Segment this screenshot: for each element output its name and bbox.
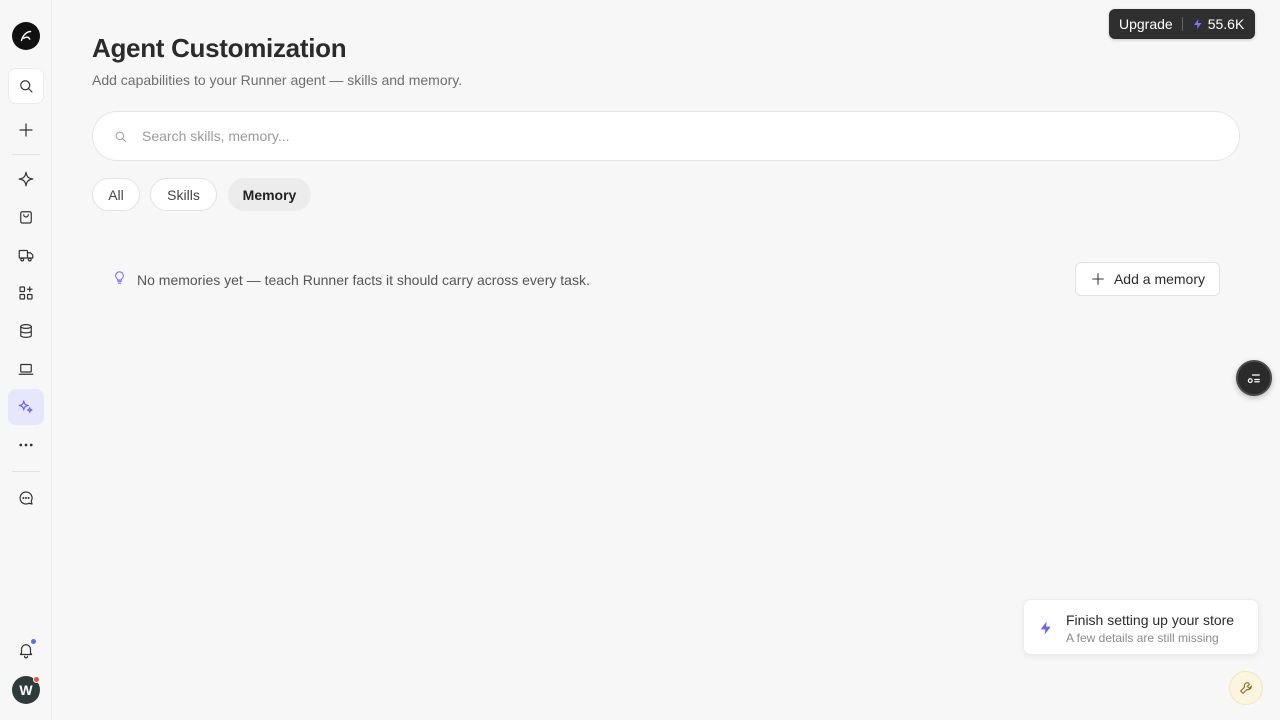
sidebar-item-shipping[interactable] bbox=[8, 237, 44, 273]
filter-all[interactable]: All bbox=[92, 178, 140, 211]
upgrade-separator bbox=[1181, 17, 1183, 31]
sidebar-divider bbox=[12, 471, 40, 472]
shopping-bag-icon bbox=[20, 211, 32, 224]
search-input[interactable] bbox=[142, 128, 1042, 144]
bolt-icon bbox=[1193, 19, 1202, 29]
chat-icon bbox=[19, 491, 33, 505]
page-subtitle: Add capabilities to your Runner agent — … bbox=[92, 72, 463, 88]
agent-sparkles-icon bbox=[18, 400, 33, 413]
upgrade-button[interactable]: Upgrade 55.6K bbox=[1109, 9, 1255, 39]
add-memory-label: Add a memory bbox=[1113, 271, 1206, 287]
avatar-initial: W bbox=[19, 682, 33, 698]
search-icon bbox=[115, 131, 126, 142]
more-icon bbox=[19, 443, 33, 447]
sidebar-more-button[interactable] bbox=[8, 427, 44, 463]
toggle-list-icon bbox=[1247, 374, 1260, 384]
sidebar-item-orders[interactable] bbox=[8, 199, 44, 235]
credits-count: 55.6K bbox=[1207, 16, 1245, 32]
setup-store-card[interactable]: Finish setting up your store A few detai… bbox=[1023, 599, 1259, 655]
avatar[interactable]: W bbox=[12, 676, 40, 704]
database-icon bbox=[20, 324, 32, 338]
filter-memory[interactable]: Memory bbox=[228, 178, 311, 211]
sidebar-search-button[interactable] bbox=[8, 68, 44, 104]
sidebar-new-button[interactable] bbox=[8, 112, 44, 148]
plus-icon bbox=[19, 123, 33, 137]
sidebar-item-agent-customization[interactable] bbox=[8, 389, 44, 425]
sidebar-item-chat[interactable] bbox=[8, 480, 44, 516]
laptop-icon bbox=[18, 363, 34, 375]
upgrade-label: Upgrade bbox=[1119, 16, 1173, 32]
truck-icon bbox=[18, 249, 34, 262]
memory-empty-state: No memories yet — teach Runner facts it … bbox=[112, 262, 1220, 298]
filter-skills[interactable]: Skills bbox=[150, 178, 217, 211]
memory-empty-text: No memories yet — teach Runner facts it … bbox=[137, 272, 590, 288]
add-memory-button[interactable]: Add a memory bbox=[1075, 262, 1220, 296]
sidebar-item-online-store[interactable] bbox=[8, 351, 44, 387]
search-bar[interactable] bbox=[92, 111, 1240, 161]
lightbulb-icon bbox=[112, 270, 127, 290]
sidebar-item-apps[interactable] bbox=[8, 275, 44, 311]
bolt-icon bbox=[1038, 619, 1054, 642]
page-title: Agent Customization bbox=[92, 33, 347, 63]
apps-icon bbox=[19, 286, 33, 300]
sidebar: W bbox=[0, 0, 52, 720]
setup-title: Finish setting up your store bbox=[1066, 612, 1235, 628]
sparkle-icon bbox=[18, 171, 34, 187]
notifications-button[interactable] bbox=[8, 632, 44, 668]
sidebar-item-ai[interactable] bbox=[8, 161, 44, 197]
notification-dot bbox=[30, 638, 37, 645]
dev-tools-button[interactable] bbox=[1229, 671, 1263, 705]
sidebar-item-data[interactable] bbox=[8, 313, 44, 349]
plus-icon bbox=[1092, 273, 1104, 285]
sidebar-divider bbox=[12, 154, 40, 155]
logo-icon[interactable] bbox=[12, 22, 40, 50]
avatar-status-dot bbox=[33, 676, 40, 683]
floating-settings-button[interactable] bbox=[1236, 360, 1272, 396]
search-icon bbox=[20, 80, 33, 93]
wrench-icon bbox=[1239, 682, 1252, 695]
setup-subtitle: A few details are still missing bbox=[1066, 631, 1219, 645]
